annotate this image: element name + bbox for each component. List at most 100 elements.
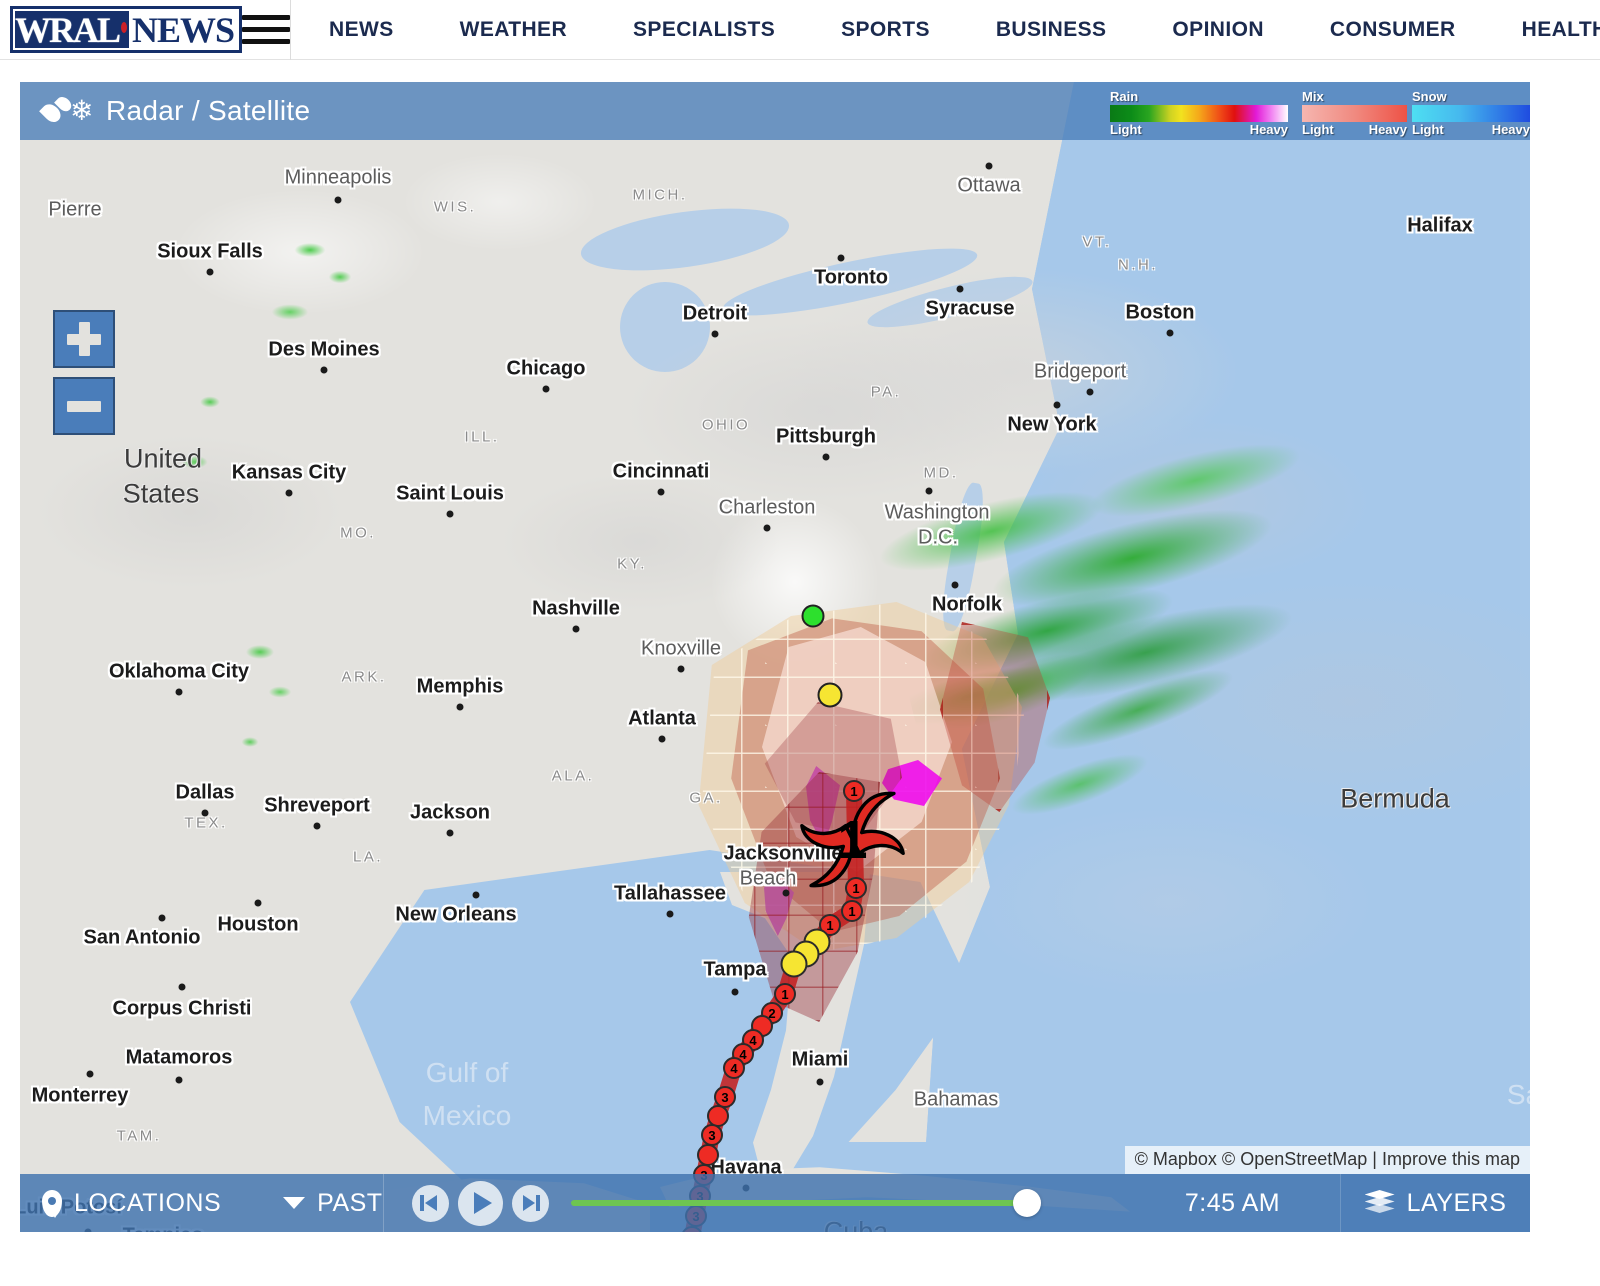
map-label-city: Nashville bbox=[532, 597, 620, 620]
timeline-slider[interactable] bbox=[570, 1174, 1125, 1232]
map-city-dot bbox=[542, 385, 550, 393]
map-city-dot bbox=[285, 489, 293, 497]
legend-mix-light: Light bbox=[1302, 122, 1334, 137]
map-city-dot bbox=[456, 703, 464, 711]
nav-item-opinion[interactable]: OPINION bbox=[1139, 18, 1296, 42]
minus-icon bbox=[67, 400, 101, 412]
map-label-city: Ottawa bbox=[957, 174, 1021, 197]
map-canvas[interactable]: 1111124443333322 1 MinneapolisPierreSiou… bbox=[20, 82, 1530, 1232]
map-label-city: Knoxville bbox=[640, 637, 722, 660]
map-label-city: Saint Louis bbox=[396, 482, 504, 505]
nav-item-consumer[interactable]: CONSUMER bbox=[1297, 18, 1489, 42]
storm-track-marker[interactable]: 1 bbox=[841, 900, 863, 922]
observation-marker-yellow[interactable] bbox=[817, 682, 843, 708]
map-attribution[interactable]: © Mapbox © OpenStreetMap | Improve this … bbox=[1124, 1146, 1530, 1174]
map-label-city: Oklahoma City bbox=[108, 660, 250, 683]
legend-snow-light: Light bbox=[1412, 122, 1444, 137]
map-city-dot bbox=[1053, 401, 1061, 409]
map-label-state: LA. bbox=[352, 848, 384, 866]
zoom-in-button[interactable] bbox=[53, 310, 115, 368]
map-label-city: Des Moines bbox=[268, 338, 380, 361]
map-city-dot bbox=[446, 829, 454, 837]
observation-marker-green[interactable] bbox=[801, 604, 825, 628]
legend-snow-title: Snow bbox=[1412, 89, 1447, 104]
hamburger-icon bbox=[242, 8, 290, 51]
map-label-state: WIS. bbox=[433, 198, 477, 216]
layers-icon bbox=[1364, 1190, 1395, 1216]
chevron-down-icon bbox=[283, 1197, 306, 1209]
map-city-dot bbox=[313, 822, 321, 830]
wral-news-logo[interactable]: WRAL NEWS bbox=[10, 6, 242, 53]
primary-navigation: NEWS WEATHER SPECIALISTS SPORTS BUSINESS OPIN… bbox=[291, 0, 1600, 60]
map-label-state: ILL. bbox=[464, 428, 500, 446]
map-title: Radar / Satellite bbox=[106, 95, 311, 126]
map-city-dot bbox=[572, 625, 580, 633]
past-label: PAST bbox=[317, 1188, 383, 1217]
storm-track-marker[interactable]: 1 bbox=[774, 983, 796, 1005]
zoom-out-button[interactable] bbox=[53, 377, 115, 435]
map-label-state: MD. bbox=[923, 464, 959, 482]
logo-wral-text: WRAL bbox=[15, 9, 121, 50]
logo-news-text: NEWS bbox=[128, 9, 237, 50]
storm-track-marker[interactable] bbox=[697, 1144, 719, 1166]
hurricane-symbol-icon[interactable]: 1 bbox=[795, 782, 910, 897]
map-city-dot bbox=[158, 914, 166, 922]
storm-track-marker[interactable] bbox=[780, 950, 808, 978]
map-label-city: Cincinnati bbox=[612, 460, 710, 483]
site-header: WRAL NEWS NEWS WEATHER SPECIALISTS SPORTS BU… bbox=[0, 0, 1600, 60]
map-label-state: KY. bbox=[617, 555, 647, 573]
nav-item-news[interactable]: NEWS bbox=[329, 18, 427, 42]
map-label-state: ALA. bbox=[551, 767, 595, 785]
map-label-city: Matamoros bbox=[125, 1046, 233, 1069]
legend-rain-light: Light bbox=[1110, 122, 1142, 137]
radar-map[interactable]: 1111124443333322 1 MinneapolisPierreSiou… bbox=[20, 82, 1530, 1232]
map-label-city: Charleston bbox=[718, 496, 816, 519]
legend-mix-heavy: Heavy bbox=[1368, 122, 1407, 137]
layers-button[interactable]: LAYERS bbox=[1340, 1174, 1530, 1232]
storm-track-marker[interactable]: 4 bbox=[723, 1057, 745, 1079]
toolbar-divider bbox=[382, 1174, 384, 1232]
skip-forward-icon bbox=[520, 1195, 541, 1211]
map-city-dot bbox=[320, 366, 328, 374]
play-button[interactable] bbox=[457, 1180, 503, 1226]
timeline-slider-track[interactable] bbox=[570, 1200, 1029, 1206]
map-label-city: Minneapolis bbox=[284, 166, 392, 189]
nav-item-specialists[interactable]: SPECIALISTS bbox=[600, 18, 808, 42]
map-label-state: TAM. bbox=[116, 1127, 162, 1145]
map-city-dot bbox=[677, 665, 685, 673]
map-city-dot bbox=[446, 510, 454, 518]
snowflake-icon: ❄ bbox=[70, 95, 94, 126]
chesapeake-bay bbox=[937, 480, 989, 634]
weather-icons: ❄ bbox=[39, 91, 100, 131]
nav-item-business[interactable]: BUSINESS bbox=[963, 18, 1140, 42]
zoom-controls bbox=[53, 310, 115, 444]
map-city-dot bbox=[666, 910, 674, 918]
site-logo[interactable]: WRAL NEWS bbox=[0, 0, 242, 60]
lake-superior bbox=[577, 197, 793, 282]
legend-mix-ends: Light Heavy bbox=[1302, 123, 1407, 137]
past-dropdown[interactable]: PAST bbox=[283, 1174, 382, 1232]
map-label-city: San Antonio bbox=[83, 926, 201, 949]
nav-item-health[interactable]: HEALTH bbox=[1489, 18, 1600, 42]
map-label-state: OHIO bbox=[701, 416, 751, 434]
skip-back-button[interactable] bbox=[411, 1184, 449, 1222]
nav-item-sports[interactable]: SPORTS bbox=[808, 18, 963, 42]
map-city-dot bbox=[925, 487, 933, 495]
legend-rain-ends: Light Heavy bbox=[1110, 123, 1288, 137]
map-city-dot bbox=[782, 889, 790, 897]
map-city-dot bbox=[951, 581, 959, 589]
map-city-dot bbox=[822, 453, 830, 461]
timeline-slider-handle[interactable] bbox=[1013, 1189, 1041, 1217]
map-city-dot bbox=[334, 196, 342, 204]
map-city-dot bbox=[816, 1078, 824, 1086]
storm-track-marker[interactable]: 3 bbox=[701, 1124, 723, 1146]
hurricane-category-label: 1 bbox=[837, 809, 868, 870]
map-label-state: ARK. bbox=[341, 668, 387, 686]
map-label-city: Jackson bbox=[409, 801, 491, 824]
map-label-city: Pittsburgh bbox=[776, 425, 876, 448]
nav-item-weather[interactable]: WEATHER bbox=[427, 18, 600, 42]
menu-button[interactable] bbox=[242, 0, 291, 60]
map-city-dot bbox=[206, 268, 214, 276]
locations-button[interactable]: LOCATIONS bbox=[20, 1174, 221, 1232]
skip-forward-button[interactable] bbox=[511, 1184, 549, 1222]
